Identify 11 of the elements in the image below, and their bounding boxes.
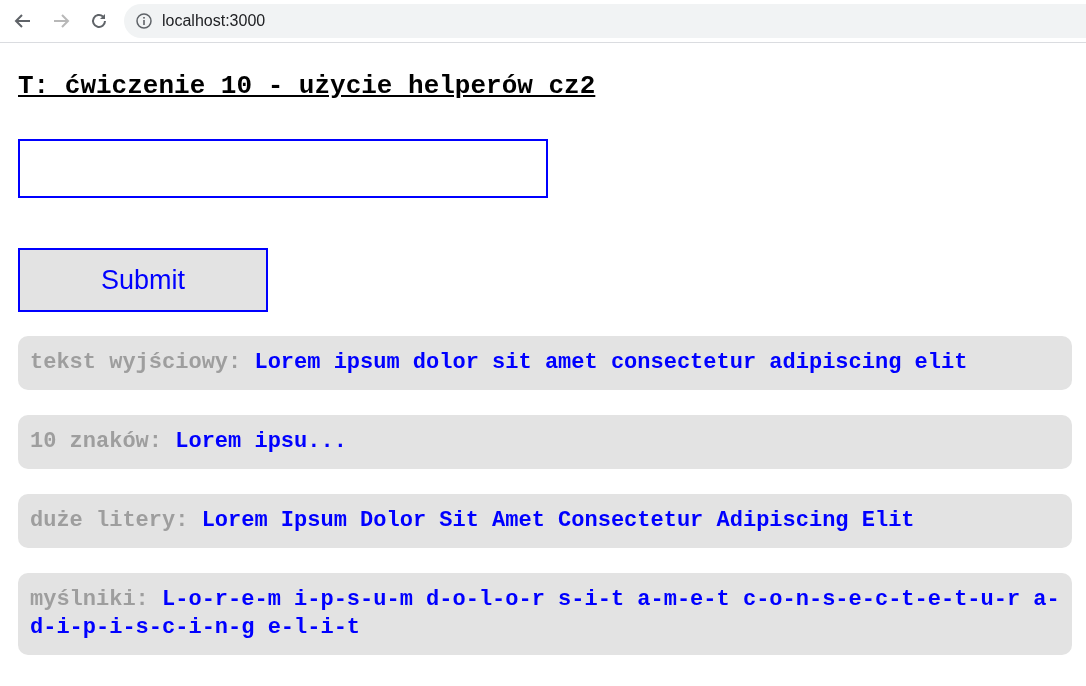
result-text: tekst wyjściowy: Lorem ipsum dolor sit amet consectetur adipiscing elit [18, 336, 1072, 390]
address-bar[interactable]: localhost:3000 [124, 4, 1086, 38]
text-input[interactable] [18, 139, 548, 198]
result-text: 10 znaków: Lorem ipsu... [18, 415, 1072, 469]
page-title: T: ćwiczenie 10 - użycie helperów cz2 [18, 71, 596, 101]
result-text: duże litery: Lorem Ipsum Dolor Sit Amet Consectetur Adipiscing Elit [18, 494, 1072, 548]
url-text: localhost:3000 [162, 12, 266, 30]
reload-icon [89, 11, 109, 31]
submit-button[interactable]: Submit [18, 248, 268, 312]
result-text: myślniki: L-o-r-e-m i-p-s-u-m d-o-l-o-r s-i-t a-m-e-t c-o-n-s-e-c-t-e-t-u-r a-d-i-p-i-s-c-i-n-g e-l-i-t [18, 573, 1072, 655]
info-icon [136, 13, 152, 29]
